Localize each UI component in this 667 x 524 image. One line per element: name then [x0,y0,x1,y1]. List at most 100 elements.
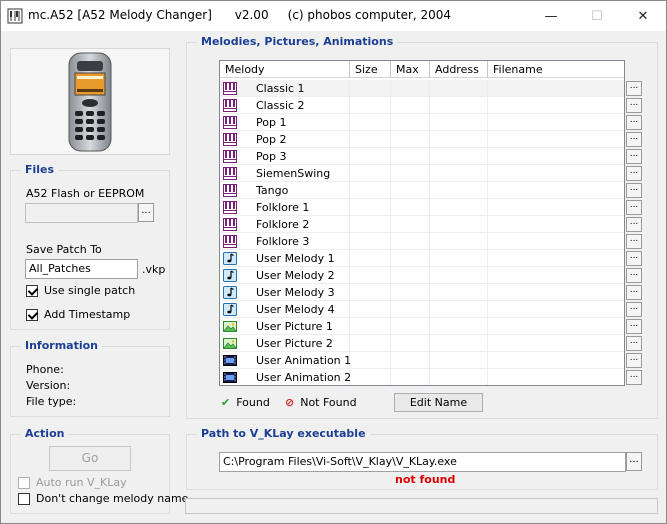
go-button[interactable]: Go [49,446,131,471]
list-item-label: User Animation 1 [256,354,352,367]
close-button[interactable]: ✕ [620,1,666,31]
timestamp-label: Add Timestamp [44,308,131,321]
list-item[interactable]: User Animation 2 [220,369,624,385]
row-browse-button[interactable]: ... [626,268,642,283]
list-item[interactable]: User Melody 3 [220,284,624,301]
list-item[interactable]: Pop 1 [220,114,624,131]
music-note-icon [223,286,237,299]
list-item[interactable]: Folklore 2 [220,216,624,233]
vklay-path-input[interactable]: C:\Program Files\Vi-Soft\V_Klay\V_KLay.e… [219,452,626,472]
minimize-icon: — [544,8,558,24]
row-browse-button[interactable]: ... [626,81,642,96]
list-item-label: User Animation 2 [256,371,352,384]
row-browse-button[interactable]: ... [626,319,642,334]
music-note-icon [223,252,237,265]
row-browse-button[interactable]: ... [626,234,642,249]
filetype-info-label: File type: [26,395,77,408]
music-note-icon [223,303,237,316]
list-item-label: Pop 1 [256,116,287,129]
list-item[interactable]: User Melody 1 [220,250,624,267]
version-info-label: Version: [26,379,71,392]
title-bar: mc.A52 [A52 Melody Changer] v2.00 (c) ph… [1,1,666,31]
list-item-label: Pop 3 [256,150,287,163]
list-item[interactable]: SiemenSwing [220,165,624,182]
list-item[interactable]: User Picture 2 [220,335,624,352]
edit-name-button[interactable]: Edit Name [394,393,483,412]
flash-file-input[interactable] [25,203,138,223]
column-melody[interactable]: Melody [220,61,350,78]
list-item[interactable]: User Melody 4 [220,301,624,318]
piano-icon [223,116,237,129]
check-icon: ✔ [221,396,231,409]
list-item[interactable]: Classic 1 [220,80,624,97]
list-item-label: Folklore 1 [256,201,310,214]
piano-icon [223,99,237,112]
film-icon [223,371,237,384]
list-item-label: Tango [256,184,289,197]
music-note-icon [223,269,237,282]
melody-list-rows: Classic 1 Classic 2 Pop 1 Pop 2 Pop 3 SiemenS… [220,80,624,385]
autorun-check-icon [18,476,30,489]
close-icon: ✕ [637,8,649,24]
action-group-title: Action [21,427,69,440]
minimize-button[interactable]: — [528,1,574,31]
keep-name-check-icon [18,492,30,505]
column-filename[interactable]: Filename [488,61,624,78]
maximize-button[interactable]: ☐ [574,1,620,31]
row-browse-button[interactable]: ... [626,98,642,113]
column-max[interactable]: Max [391,61,430,78]
status-bar [185,498,658,514]
row-browse-button[interactable]: ... [626,370,642,385]
vklay-browse-button[interactable]: ... [626,452,642,471]
phone-image [68,52,112,152]
list-item[interactable]: User Melody 2 [220,267,624,284]
list-item[interactable]: Tango [220,182,624,199]
row-browse-button[interactable]: ... [626,217,642,232]
maximize-icon: ☐ [591,8,603,24]
list-item[interactable]: User Picture 1 [220,318,624,335]
autorun-label: Auto run V_KLay [36,476,127,489]
single-patch-checkbox[interactable]: Use single patch [26,284,135,297]
row-browse-button[interactable]: ... [626,251,642,266]
list-item[interactable]: Folklore 1 [220,199,624,216]
list-item[interactable]: User Animation 1 [220,352,624,369]
list-item[interactable]: Pop 3 [220,148,624,165]
row-browse-button[interactable]: ... [626,336,642,351]
not-found-legend-label: Not Found [300,396,357,409]
row-browse-button[interactable]: ... [626,115,642,130]
row-browse-button[interactable]: ... [626,166,642,181]
keep-name-checkbox[interactable]: Don't change melody name [18,492,188,505]
film-icon [223,354,237,367]
save-patch-input[interactable]: All_Patches [25,259,138,279]
row-browse-button[interactable]: ... [626,183,642,198]
autorun-checkbox[interactable]: Auto run V_KLay [18,476,127,489]
flash-browse-button[interactable]: ... [138,203,154,222]
piano-icon [223,167,237,180]
row-browse-button[interactable]: ... [626,353,642,368]
list-item-label: Pop 2 [256,133,287,146]
list-item[interactable]: Pop 2 [220,131,624,148]
list-item-label: User Melody 1 [256,252,335,265]
list-item[interactable]: Folklore 3 [220,233,624,250]
row-browse-button[interactable]: ... [626,285,642,300]
not-found-legend: ⊘ Not Found [285,396,357,409]
list-item[interactable]: Classic 2 [220,97,624,114]
timestamp-checkbox[interactable]: Add Timestamp [26,308,130,321]
column-size[interactable]: Size [350,61,391,78]
list-item-label: User Melody 4 [256,303,335,316]
row-browse-button[interactable]: ... [626,149,642,164]
list-item-label: SiemenSwing [256,167,331,180]
row-browse-button[interactable]: ... [626,200,642,215]
row-browse-button[interactable]: ... [626,132,642,147]
melody-list[interactable]: Melody Size Max Address Filename Classic… [219,60,625,386]
row-browse-button[interactable]: ... [626,302,642,317]
window-title: mc.A52 [A52 Melody Changer] v2.00 (c) ph… [28,8,452,22]
vklay-group-title: Path to V_KLay executable [197,427,370,440]
phone-image-frame [10,48,170,155]
column-address[interactable]: Address [430,61,488,78]
list-item-label: Classic 1 [256,82,305,95]
piano-icon [223,201,237,214]
list-item-label: User Melody 2 [256,269,335,282]
found-legend-label: Found [236,396,270,409]
no-entry-icon: ⊘ [285,396,295,409]
